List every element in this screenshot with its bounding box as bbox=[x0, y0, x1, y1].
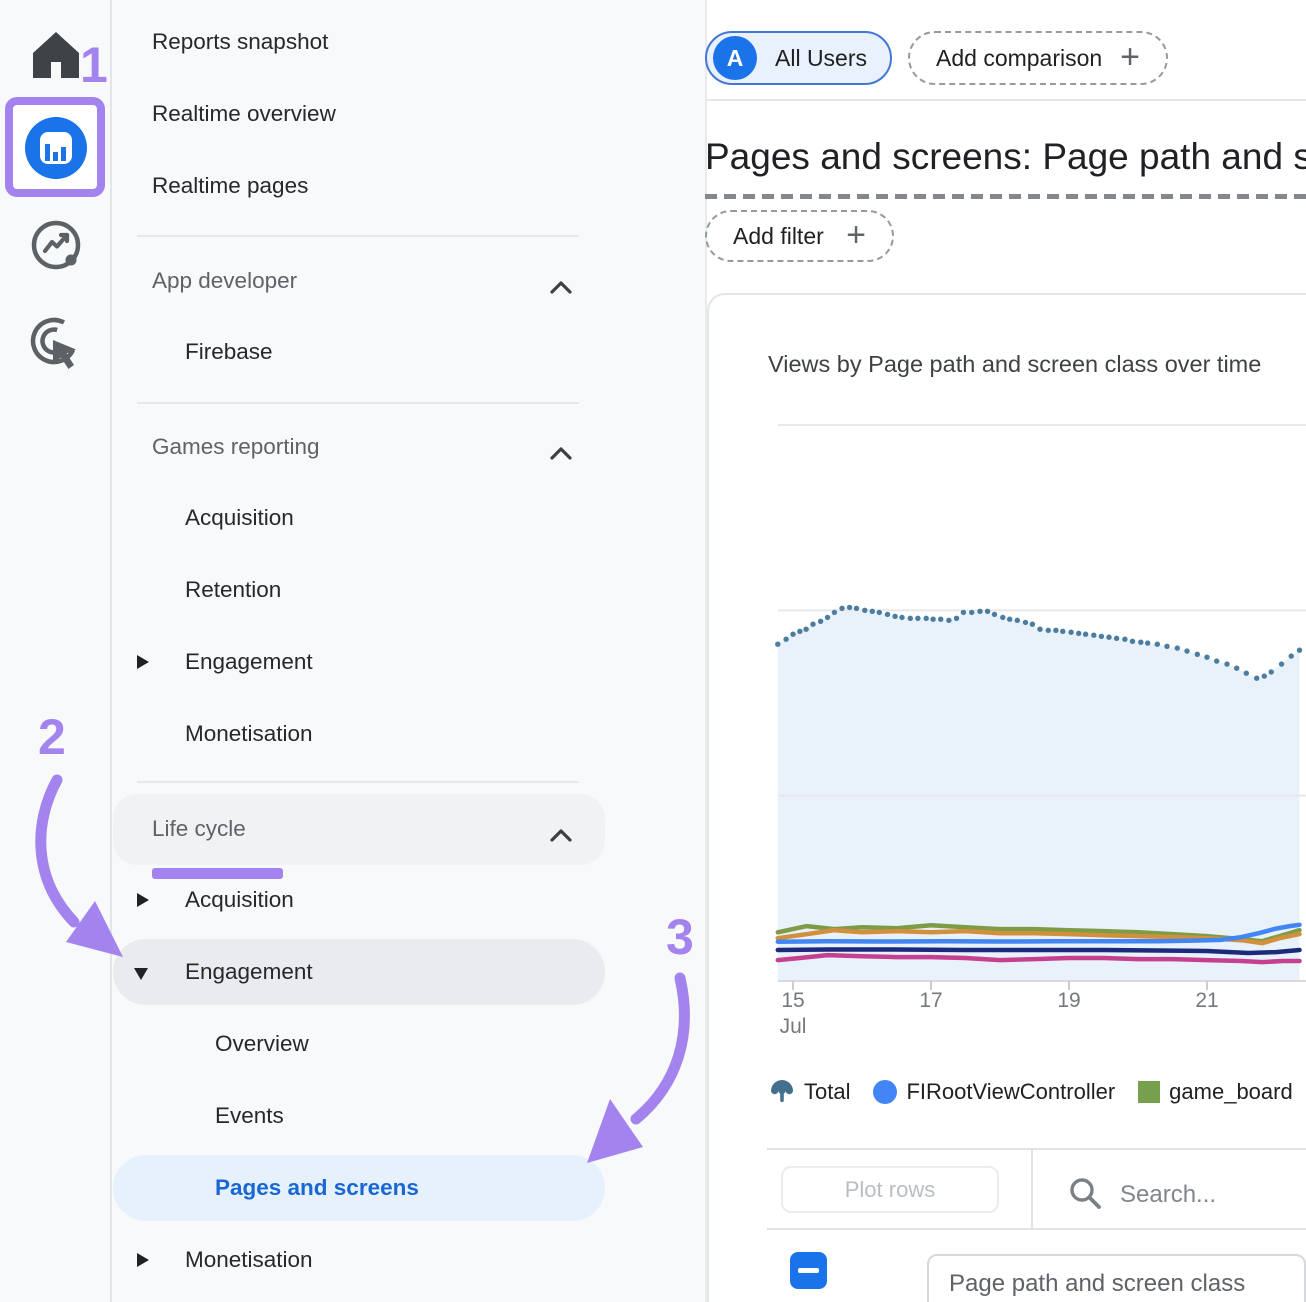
legend-item-total[interactable]: Total bbox=[769, 1077, 850, 1107]
nav-item-lc-monetisation[interactable]: Monetisation bbox=[112, 1224, 777, 1296]
page-title: Pages and screens: Page path and screen … bbox=[705, 136, 1306, 178]
expand-down-icon[interactable] bbox=[134, 968, 148, 980]
explore-icon bbox=[24, 215, 88, 279]
nav-divider bbox=[137, 402, 579, 404]
advertising-icon bbox=[24, 311, 88, 375]
reports-icon bbox=[24, 116, 88, 180]
plot-rows-button[interactable]: Plot rows bbox=[781, 1166, 999, 1213]
indeterminate-dash-icon bbox=[798, 1268, 819, 1273]
chevron-up-icon bbox=[550, 822, 572, 848]
add-comparison-button[interactable]: Add comparison + bbox=[908, 31, 1168, 85]
nav-section-life-cycle[interactable]: Life cycle bbox=[112, 793, 744, 865]
annotation-step-2: 2 bbox=[38, 708, 66, 766]
chevron-up-icon bbox=[550, 274, 572, 300]
x-axis-label: 21 bbox=[1195, 988, 1218, 1014]
nav-section-app-developer[interactable]: App developer bbox=[112, 245, 744, 317]
annotation-underline-bar bbox=[152, 868, 283, 879]
table-toolbar-top-border bbox=[767, 1148, 1306, 1150]
rail-reports-button[interactable] bbox=[24, 116, 88, 180]
ga4-reports-page: Reports snapshot Realtime overview Realt… bbox=[0, 0, 1306, 1302]
legend-circle-icon bbox=[873, 1080, 897, 1104]
annotation-step-1: 1 bbox=[80, 36, 108, 94]
nav-item-lc-events[interactable]: Events bbox=[112, 1080, 807, 1152]
rail-explore-button[interactable] bbox=[24, 215, 88, 279]
nav-item-games-acquisition[interactable]: Acquisition bbox=[112, 482, 777, 554]
rail-home-button[interactable] bbox=[24, 23, 88, 87]
chevron-up-icon bbox=[550, 440, 572, 466]
segment-avatar: A bbox=[713, 36, 757, 80]
add-filter-button[interactable]: Add filter + bbox=[705, 210, 894, 262]
sidebar-rail bbox=[0, 0, 110, 1302]
chart-title: Views by Page path and screen class over… bbox=[768, 351, 1306, 378]
plus-icon: + bbox=[1120, 40, 1140, 74]
all-users-segment-chip[interactable]: A All Users bbox=[705, 31, 892, 85]
nav-item-games-retention[interactable]: Retention bbox=[112, 554, 777, 626]
x-axis-label: 19 bbox=[1057, 988, 1080, 1014]
nav-item-games-engagement[interactable]: Engagement bbox=[112, 626, 777, 698]
nav-section-games-reporting[interactable]: Games reporting bbox=[112, 411, 744, 483]
search-icon bbox=[1068, 1176, 1102, 1210]
total-umbrella-icon bbox=[769, 1077, 795, 1107]
chart-card bbox=[707, 293, 1306, 1302]
plus-icon: + bbox=[846, 218, 866, 252]
x-axis-label: 15Jul bbox=[780, 988, 807, 1040]
expand-right-icon[interactable] bbox=[137, 893, 149, 907]
search-input[interactable] bbox=[1118, 1176, 1302, 1214]
x-axis-label: 17 bbox=[919, 988, 942, 1014]
nav-item-lc-overview[interactable]: Overview bbox=[112, 1008, 807, 1080]
expand-right-icon[interactable] bbox=[137, 655, 149, 669]
nav-item-realtime-overview[interactable]: Realtime overview bbox=[112, 78, 744, 150]
header-divider bbox=[705, 99, 1306, 101]
legend-item-firootviewcontroller[interactable]: FIRootViewController bbox=[873, 1079, 1115, 1105]
title-dashed-underline bbox=[705, 194, 1306, 199]
expand-right-icon[interactable] bbox=[137, 1253, 149, 1267]
legend-item-game-board[interactable]: game_board bbox=[1138, 1079, 1293, 1105]
dimension-selector-dropdown[interactable]: Page path and screen class bbox=[927, 1254, 1306, 1302]
toolbar-divider bbox=[1031, 1150, 1033, 1228]
legend-square-icon bbox=[1138, 1081, 1160, 1103]
select-all-checkbox[interactable] bbox=[790, 1252, 827, 1289]
rail-advertising-button[interactable] bbox=[24, 311, 88, 375]
nav-divider bbox=[137, 235, 579, 237]
nav-item-realtime-pages[interactable]: Realtime pages bbox=[112, 150, 744, 222]
nav-item-reports-snapshot[interactable]: Reports snapshot bbox=[112, 6, 744, 78]
nav-item-firebase[interactable]: Firebase bbox=[112, 316, 777, 388]
nav-item-games-monetisation[interactable]: Monetisation bbox=[112, 698, 777, 770]
nav-divider bbox=[137, 781, 579, 783]
chart-legend: Total FIRootViewController game_board bbox=[769, 1068, 1306, 1116]
table-toolbar-bottom-border bbox=[767, 1228, 1306, 1230]
home-icon bbox=[24, 23, 88, 87]
annotation-step-3: 3 bbox=[666, 908, 694, 966]
nav-item-lc-pages-screens[interactable]: Pages and screens bbox=[112, 1152, 807, 1224]
